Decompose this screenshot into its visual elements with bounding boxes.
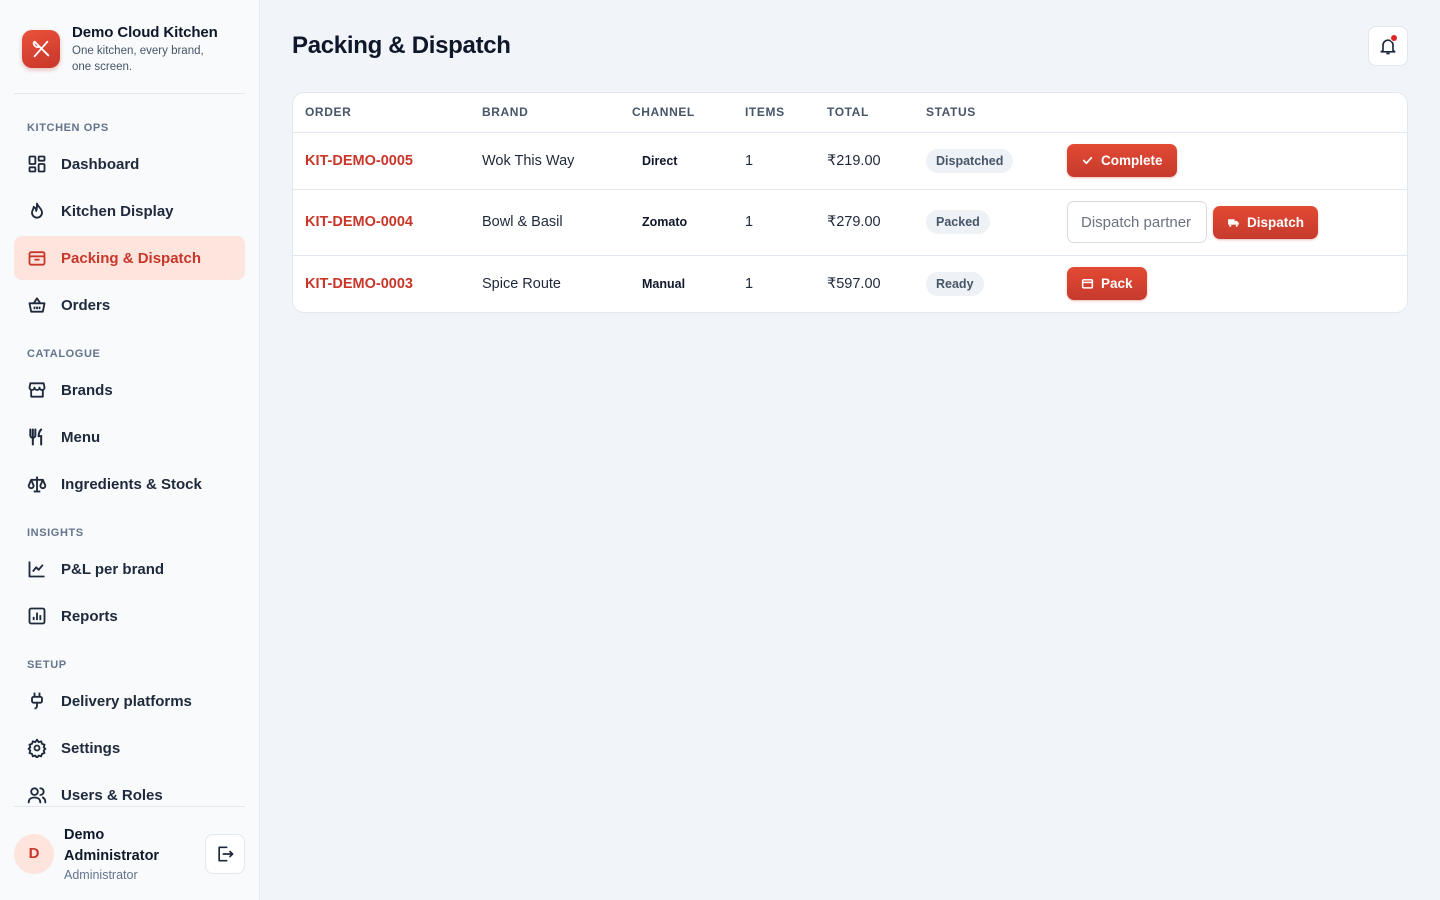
package-icon (28, 251, 46, 266)
items-cell: 1 (733, 132, 815, 190)
sidebar-item-settings[interactable]: Settings (14, 726, 245, 770)
sidebar-item-label: Reports (61, 607, 118, 625)
orders-table-card: ORDER BRAND CHANNEL ITEMS TOTAL STATUS K… (292, 92, 1408, 313)
truck-icon (1228, 218, 1239, 227)
status-badge: Packed (926, 210, 990, 234)
sidebar-item-packing-dispatch[interactable]: Packing & Dispatch (14, 236, 245, 280)
sidebar-item-orders[interactable]: Orders (14, 283, 245, 327)
check-icon (1082, 156, 1093, 165)
column-header-order: ORDER (293, 93, 470, 133)
user-role: Administrator (64, 868, 138, 882)
dispatch-table: ORDER BRAND CHANNEL ITEMS TOTAL STATUS K… (293, 93, 1407, 312)
button-label: Pack (1101, 276, 1133, 292)
logout-icon (218, 846, 234, 861)
sidebar-item-reports[interactable]: Reports (14, 594, 245, 638)
sidebar-item-label: Users & Roles (61, 786, 163, 804)
nav-section-insights: INSIGHTS (27, 527, 84, 539)
app-brand: Demo Cloud Kitchen One kitchen, every br… (14, 0, 245, 94)
user-panel: D Demo Administrator Administrator (14, 806, 245, 900)
sidebar-item-brands[interactable]: Brands (14, 368, 245, 412)
column-header-status: STATUS (914, 93, 1055, 133)
logout-button[interactable] (205, 833, 245, 874)
total-cell: ₹597.00 (827, 275, 881, 292)
app-tagline: One kitchen, every brand, one screen. (72, 45, 204, 73)
store-icon (28, 382, 46, 398)
gear-icon (27, 738, 47, 758)
sidebar-item-label: Kitchen Display (61, 202, 174, 220)
channel-cell: Manual (642, 276, 686, 291)
utensils-icon (29, 428, 43, 446)
column-header-total: TOTAL (815, 93, 914, 133)
sidebar-item-label: Orders (61, 296, 111, 314)
brand-cell: Spice Route (482, 275, 561, 292)
plug-icon (31, 692, 43, 710)
table-row: KIT-DEMO-0004 Bowl & Basil Zomato 1 ₹279… (293, 189, 1407, 256)
page-title: Packing & Dispatch (292, 32, 511, 59)
button-label: Complete (1101, 153, 1163, 168)
column-header-brand: BRAND (470, 93, 620, 133)
line-chart-icon (28, 561, 45, 578)
total-cell: ₹279.00 (815, 189, 914, 256)
avatar: D (14, 833, 54, 874)
app-logo-icon (22, 30, 60, 68)
package-icon (1081, 279, 1094, 289)
channel-cell: Direct (642, 153, 678, 168)
sidebar-item-label: Menu (61, 428, 101, 446)
sidebar-item-menu[interactable]: Menu (14, 415, 245, 459)
dispatch-button[interactable]: Dispatch (1213, 205, 1319, 239)
status-badge: Ready (926, 271, 984, 296)
bar-chart-icon (28, 607, 46, 625)
sidebar-item-label: Settings (61, 739, 121, 757)
sidebar-item-label: Ingredients & Stock (61, 475, 202, 493)
dashboard-icon (28, 155, 46, 173)
users-icon (27, 787, 47, 804)
complete-button[interactable]: Complete (1067, 144, 1177, 177)
column-header-channel: CHANNEL (620, 93, 733, 133)
sidebar-item-kitchen-display[interactable]: Kitchen Display (14, 189, 245, 233)
sidebar-item-ingredients-stock[interactable]: Ingredients & Stock (14, 462, 245, 506)
sidebar-item-label: Packing & Dispatch (61, 249, 202, 267)
sidebar-item-label: P&L per brand (61, 560, 165, 578)
nav-section-catalogue: CATALOGUE (27, 348, 101, 360)
table-row: KIT-DEMO-0003 Spice Route Manual 1 ₹597.… (293, 255, 1407, 312)
sidebar: Demo Cloud Kitchen One kitchen, every br… (0, 0, 260, 900)
sidebar-item-label: Delivery platforms (61, 692, 192, 710)
order-link[interactable]: KIT-DEMO-0003 (305, 276, 413, 292)
table-row: KIT-DEMO-0005 Wok This Way Direct 1 ₹219… (293, 132, 1407, 190)
sidebar-item-delivery-platforms[interactable]: Delivery platforms (14, 679, 245, 723)
notification-badge (1390, 34, 1398, 42)
total-cell: ₹219.00 (815, 132, 914, 190)
channel-cell: Zomato (642, 215, 688, 229)
notifications-button[interactable] (1368, 26, 1408, 66)
sidebar-item-dashboard[interactable]: Dashboard (14, 142, 245, 186)
scale-icon (27, 476, 47, 493)
brand-cell: Bowl & Basil (470, 189, 620, 256)
column-header-actions (1055, 93, 1407, 133)
app-name: Demo Cloud Kitchen (72, 24, 218, 41)
sidebar-item-pl-per-brand[interactable]: P&L per brand (14, 547, 245, 591)
button-label: Dispatch (1247, 214, 1305, 230)
flame-icon (31, 202, 43, 219)
sidebar-item-users-roles[interactable]: Users & Roles (14, 773, 245, 806)
order-link[interactable]: KIT-DEMO-0005 (305, 153, 413, 169)
column-header-items: ITEMS (733, 93, 815, 133)
brand-cell: Wok This Way (470, 132, 620, 190)
items-cell: 1 (733, 189, 815, 256)
basket-icon (28, 297, 46, 313)
sidebar-item-label: Brands (61, 381, 113, 399)
nav-section-setup: SETUP (27, 659, 67, 671)
pack-button[interactable]: Pack (1067, 267, 1147, 301)
order-link[interactable]: KIT-DEMO-0004 (305, 214, 413, 230)
table-header-row: ORDER BRAND CHANNEL ITEMS TOTAL STATUS (293, 93, 1407, 133)
main-content: Packing & Dispatch ORDER BRAND CHANNEL I… (260, 0, 1440, 900)
status-badge: Dispatched (926, 148, 1014, 173)
nav-section-kitchen-ops: KITCHEN OPS (27, 122, 109, 134)
sidebar-nav: KITCHEN OPS Dashboard Kitchen Display Pa… (14, 94, 245, 806)
user-name: Demo Administrator (64, 827, 160, 864)
items-cell: 1 (745, 275, 754, 292)
sidebar-item-label: Dashboard (61, 155, 140, 173)
dispatch-partner-input[interactable] (1067, 201, 1207, 243)
